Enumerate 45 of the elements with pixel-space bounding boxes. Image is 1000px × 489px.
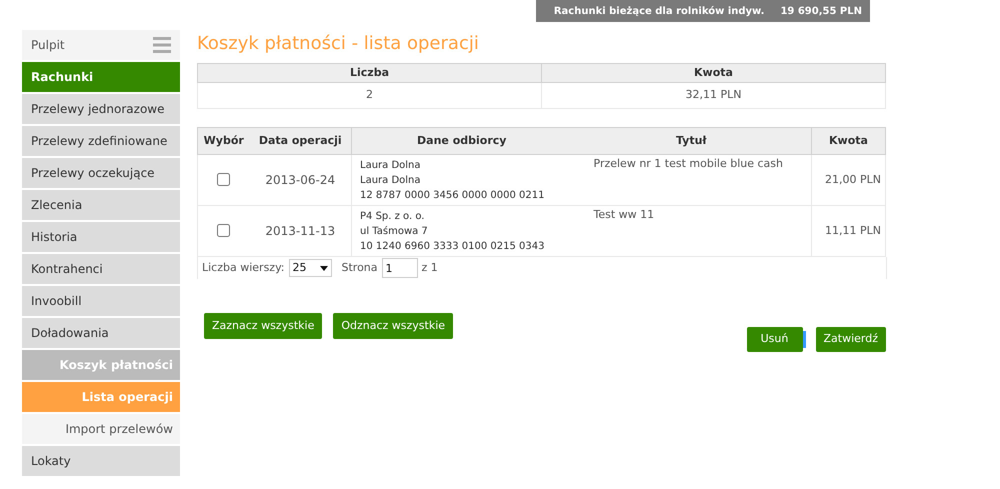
page-label: Strona	[342, 260, 378, 276]
sidebar-item[interactable]: Przelewy jednorazowe	[22, 94, 180, 126]
sidebar-item[interactable]: Lokaty	[22, 446, 180, 478]
column-header: Kwota	[542, 64, 886, 82]
column-header: Kwota	[812, 128, 886, 154]
column-header: Tytuł	[572, 128, 812, 154]
table-cell: Przelew nr 1 test mobile blue cash	[572, 154, 812, 206]
column-header: Data operacji	[250, 128, 352, 154]
sidebar-item[interactable]: Invoobill	[22, 286, 180, 318]
page-total: z 1	[422, 260, 438, 276]
sidebar-item[interactable]: Pulpit	[22, 30, 180, 62]
page-title: Koszyk płatności - lista operacji	[197, 33, 480, 55]
account-name: Rachunki bieżące dla rolników indyw.	[554, 4, 764, 18]
page-input[interactable]: 1	[382, 258, 418, 278]
sidebar-item[interactable]: Kontrahenci	[22, 254, 180, 286]
column-header: Dane odbiorcy	[352, 128, 572, 154]
sidebar-item[interactable]: Doładowania	[22, 318, 180, 350]
column-header: Liczba	[198, 64, 542, 82]
table-cell-text: Laura Dolna Laura Dolna 12 8787 0000 3456 0000 0000 0211	[360, 159, 546, 203]
table-cell-text: P4 Sp. z o. o. ul Taśmowa 7 10 1240 6960 3333 0100 0215 0343	[360, 210, 546, 254]
table-cell: 2013-06-24	[250, 154, 352, 206]
select-button[interactable]: Zaznacz wszystkie	[204, 313, 322, 339]
table-cell: 21,00 PLN	[812, 154, 886, 206]
sidebar-item[interactable]: Rachunki	[22, 62, 180, 94]
table-cell: 2	[198, 82, 542, 108]
table-cell: Test ww 11	[572, 206, 812, 256]
row-checkbox[interactable]	[217, 224, 230, 238]
row-checkbox[interactable]	[217, 173, 230, 186]
table-cell: 2013-11-13	[250, 206, 352, 256]
account-balance: 19 690,55 PLN	[780, 4, 862, 18]
table-cell: 11,11 PLN	[812, 206, 886, 256]
sidebar-item[interactable]: Przelewy oczekujące	[22, 158, 180, 190]
column-header: Wybór	[198, 128, 250, 154]
select-button[interactable]: Odznacz wszystkie	[333, 313, 454, 339]
rows-per-page-label: Liczba wierszy:	[202, 260, 284, 276]
sidebar-item[interactable]: Zlecenia	[22, 190, 180, 222]
action-button[interactable]: Usuń	[746, 327, 802, 352]
action-button[interactable]: Zatwierdź	[816, 327, 886, 352]
focus-marker	[802, 331, 806, 348]
sidebar-item[interactable]: Import przelewów	[22, 414, 180, 446]
sidebar-item[interactable]: Historia	[22, 222, 180, 254]
table-cell: 32,11 PLN	[542, 82, 886, 108]
caret-icon	[320, 266, 328, 270]
sidebar-item[interactable]: Przelewy zdefiniowane	[22, 126, 180, 158]
rows-per-page-select[interactable]: 25	[288, 259, 332, 277]
